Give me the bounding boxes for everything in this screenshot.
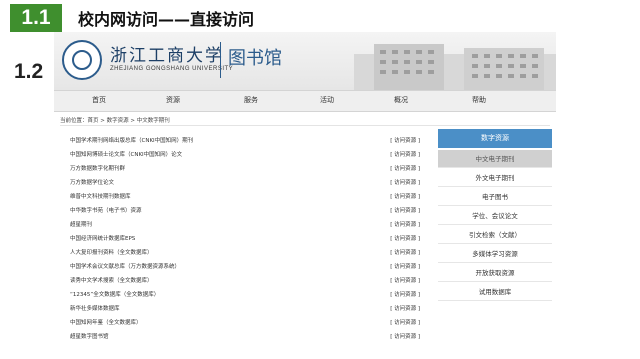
sidebar-item-multimedia[interactable]: 多媒体学习资源 [438,245,552,263]
sidebar-item-chinese-journals[interactable]: 中文电子期刊 [438,150,552,168]
breadcrumb: 当前位置：首页 > 数字资源 > 中文数字期刊 [60,118,170,124]
sidebar-item-trial-databases[interactable]: 试用数据库 [438,283,552,301]
banner-divider [220,42,221,78]
nav-item-activities[interactable]: 活动 [320,95,334,105]
library-website-screenshot: 浙江工商大学 ZHEJIANG GONGSHANG UNIVERSITY 图书馆… [54,32,556,359]
access-link[interactable]: [ 访问资源 ] [390,136,420,144]
resource-title[interactable]: 人大复印报刊资料（全文数据库） [70,248,153,256]
resource-title[interactable]: 中华数字书苑（电子书）资源 [70,206,142,214]
list-item[interactable]: 超星数字图书馆 [ 访问资源 ] [70,332,420,343]
sidebar-item-citation-search[interactable]: 引文检索（文献） [438,226,552,244]
list-item[interactable]: 中华数字书苑（电子书）资源 [ 访问资源 ] [70,206,420,217]
section-badge-1-2: 1.2 [14,60,44,83]
library-name: 图书馆 [228,48,282,69]
list-item[interactable]: 维普中文科技期刊数据库 [ 访问资源 ] [70,192,420,203]
resource-title[interactable]: 读秀中文学术搜索（全文数据库） [70,276,153,284]
list-item[interactable]: 中国学术期刊网络出版总库（CNKI中国知网）期刊 [ 访问资源 ] [70,136,420,147]
resource-title[interactable]: 中国学术会议文献总库（万方数据资源系统） [70,262,180,270]
access-link[interactable]: [ 访问资源 ] [390,234,420,242]
access-link[interactable]: [ 访问资源 ] [390,248,420,256]
slide-title: 校内网访问——直接访问 [78,10,255,29]
resource-title[interactable]: 中国知网博硕士论文库（CNKI中国知网）论文 [70,150,182,158]
resource-title[interactable]: 超星数字图书馆 [70,332,109,340]
access-link[interactable]: [ 访问资源 ] [390,276,420,284]
list-item[interactable]: 超星期刊 [ 访问资源 ] [70,220,420,231]
access-link[interactable]: [ 访问资源 ] [390,220,420,228]
resource-title[interactable]: 中国知网年鉴（全文数据库） [70,318,142,326]
campus-building-graphic [354,44,556,90]
list-item[interactable]: 中国经济网统计数据库EPS [ 访问资源 ] [70,234,420,245]
list-item[interactable]: 万方数据数字化期刊群 [ 访问资源 ] [70,164,420,175]
list-item[interactable]: 人大复印报刊资料（全文数据库） [ 访问资源 ] [70,248,420,259]
resource-title[interactable]: 中国学术期刊网络出版总库（CNKI中国知网）期刊 [70,136,193,144]
resource-sidebar: 数字资源 中文电子期刊 外文电子期刊 电子图书 学位、会议论文 引文检索（文献）… [438,129,552,359]
nav-item-overview[interactable]: 概况 [394,95,408,105]
resource-title[interactable]: 维普中文科技期刊数据库 [70,192,131,200]
list-item[interactable]: 读秀中文学术搜索（全文数据库） [ 访问资源 ] [70,276,420,287]
access-link[interactable]: [ 访问资源 ] [390,332,420,340]
university-name: 浙江工商大学 [110,46,224,66]
university-name-en: ZHEJIANG GONGSHANG UNIVERSITY [110,66,234,72]
access-link[interactable]: [ 访问资源 ] [390,304,420,312]
sidebar-item-theses[interactable]: 学位、会议论文 [438,207,552,225]
nav-item-services[interactable]: 服务 [244,95,258,105]
access-link[interactable]: [ 访问资源 ] [390,150,420,158]
access-link[interactable]: [ 访问资源 ] [390,290,420,298]
access-link[interactable]: [ 访问资源 ] [390,206,420,214]
list-item[interactable]: 中国知网年鉴（全文数据库） [ 访问资源 ] [70,318,420,329]
section-badge-1-1: 1.1 [10,4,62,32]
access-link[interactable]: [ 访问资源 ] [390,318,420,326]
resource-title[interactable]: 万方数据学位论文 [70,178,114,186]
list-item[interactable]: 中国知网博硕士论文库（CNKI中国知网）论文 [ 访问资源 ] [70,150,420,161]
access-link[interactable]: [ 访问资源 ] [390,262,420,270]
list-item[interactable]: “12345”全文数据库（全文数据库） [ 访问资源 ] [70,290,420,301]
nav-item-home[interactable]: 首页 [92,95,106,105]
list-item[interactable]: 万方数据学位论文 [ 访问资源 ] [70,178,420,189]
resource-title[interactable]: 万方数据数字化期刊群 [70,164,125,172]
resource-title[interactable]: 新华社多媒体数据库 [70,304,120,312]
resource-title[interactable]: 中国经济网统计数据库EPS [70,234,135,242]
list-item[interactable]: 新华社多媒体数据库 [ 访问资源 ] [70,304,420,315]
main-nav: 首页 资源 服务 活动 概况 帮助 [54,90,556,112]
sidebar-item-foreign-journals[interactable]: 外文电子期刊 [438,169,552,187]
nav-item-resources[interactable]: 资源 [166,95,180,105]
resource-title[interactable]: “12345”全文数据库（全文数据库） [70,290,159,298]
nav-item-help[interactable]: 帮助 [472,95,486,105]
access-link[interactable]: [ 访问资源 ] [390,192,420,200]
access-link[interactable]: [ 访问资源 ] [390,178,420,186]
list-item[interactable]: 中国学术会议文献总库（万方数据资源系统） [ 访问资源 ] [70,262,420,273]
university-seal-logo [62,40,102,80]
sidebar-item-ebooks[interactable]: 电子图书 [438,188,552,206]
sidebar-header: 数字资源 [438,129,552,148]
access-link[interactable]: [ 访问资源 ] [390,164,420,172]
breadcrumb-divider [60,125,550,126]
site-banner: 浙江工商大学 ZHEJIANG GONGSHANG UNIVERSITY 图书馆 [54,32,556,90]
resource-title[interactable]: 超星期刊 [70,220,92,228]
sidebar-item-open-access[interactable]: 开放获取资源 [438,264,552,282]
